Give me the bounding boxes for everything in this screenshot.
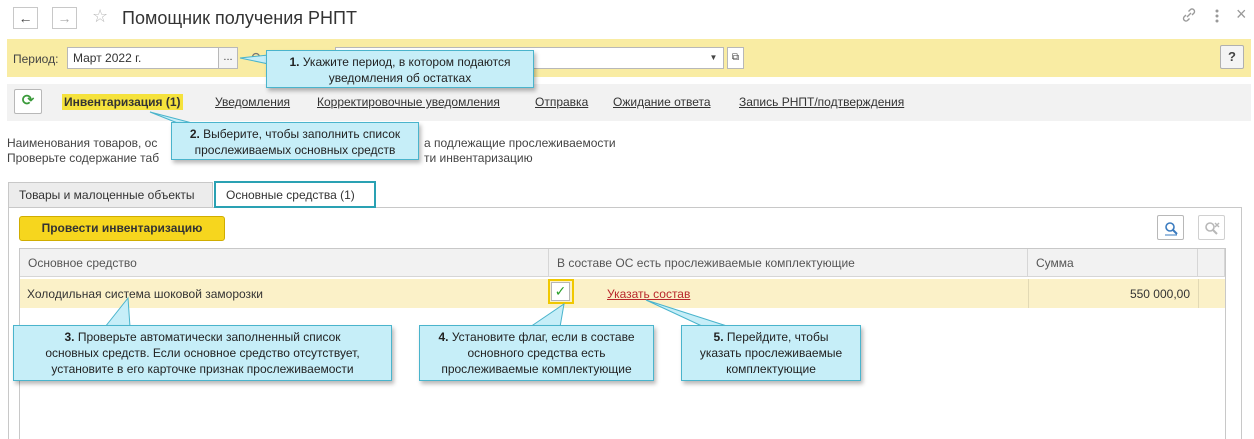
callout-4-line-1: Установите флаг, если в составе (448, 330, 635, 344)
callout-3-number: 3. (64, 330, 75, 344)
chevron-down-icon[interactable]: ▼ (704, 47, 724, 69)
callout-5-number: 5. (713, 330, 724, 344)
refresh-icon: ⟳ (21, 92, 35, 109)
callout-4-line-3: прослеживаемые комплектующие (441, 362, 632, 376)
callout-4: 4. Установите флаг, если в составе основ… (419, 325, 654, 381)
description-line-2-end: ти инвентаризацию (424, 151, 533, 165)
callout-2-line-2: прослеживаемых основных средств (194, 143, 396, 157)
traceable-components-checkbox[interactable]: ✓ (551, 282, 570, 301)
callout-3: 3. Проверьте автоматически заполненный с… (13, 325, 392, 381)
callout-2-number: 2. (189, 127, 200, 141)
callout-5-line-1: Перейдите, чтобы (723, 330, 829, 344)
back-button[interactable]: ← (13, 7, 38, 29)
nav-link-rnpt-record[interactable]: Запись РНПТ/подтверждения (739, 95, 904, 109)
column-divider (1198, 279, 1199, 308)
period-field[interactable]: Март 2022 г. (67, 47, 219, 69)
sum-cell: 550 000,00 (1129, 287, 1190, 301)
period-label: Период: (13, 52, 59, 66)
callout-1: 1. Укажите период, в котором подаются ув… (266, 50, 534, 88)
callout-2-line-1: Выберите, чтобы заполнить список (199, 127, 401, 141)
callout-1-line-1: Укажите период, в котором подаются (299, 55, 511, 69)
more-menu-icon[interactable] (1214, 8, 1220, 28)
refresh-button[interactable]: ⟳ (14, 89, 42, 114)
nav-link-sending[interactable]: Отправка (535, 95, 588, 109)
nav-link-corrective-notifications[interactable]: Корректировочные уведомления (317, 95, 500, 109)
favorite-star-icon[interactable]: ☆ (92, 6, 108, 27)
callout-3-line-3: установите в его карточке признак просле… (51, 362, 354, 376)
arrow-right-icon: → (57, 10, 72, 26)
find-button[interactable] (1157, 215, 1184, 240)
callout-4-number: 4. (438, 330, 449, 344)
column-header-traceable-components[interactable]: В составе ОС есть прослеживаемые комплек… (549, 249, 1028, 277)
description-line-2-start: Проверьте содержание таб (7, 151, 160, 165)
callout-5: 5. Перейдите, чтобы указать прослеживаем… (681, 325, 861, 381)
column-divider (1028, 279, 1029, 308)
search-icon (251, 52, 261, 67)
callout-4-line-2: основного средства есть (467, 346, 606, 360)
tab-goods[interactable]: Товары и малоценные объекты (8, 182, 213, 207)
open-form-icon[interactable]: ⧉ (727, 47, 744, 69)
column-header-filler (1198, 249, 1225, 277)
specify-composition-link[interactable]: Указать состав (607, 287, 690, 301)
description-line-1-end: а подлежащие прослеживаемости (424, 136, 616, 150)
link-icon[interactable] (1181, 7, 1197, 27)
conduct-inventory-button[interactable]: Провести инвентаризацию (19, 216, 225, 241)
close-icon[interactable]: × (1236, 4, 1247, 25)
description-line-1-start: Наименования товаров, ос (7, 136, 158, 150)
asset-name-cell: Холодильная система шоковой заморозки (27, 287, 263, 301)
nav-link-awaiting-response[interactable]: Ожидание ответа (613, 95, 711, 109)
callout-1-line-2: уведомления об остатках (328, 71, 472, 85)
callout-5-line-2: указать прослеживаемые (699, 346, 843, 360)
arrow-left-icon: ← (18, 10, 33, 26)
callout-3-line-2: основных средств. Если основное средство… (45, 346, 360, 360)
help-button[interactable]: ? (1220, 45, 1244, 69)
callout-1-number: 1. (289, 55, 300, 69)
tab-fixed-assets[interactable]: Основные средства (1) (214, 181, 376, 208)
forward-button[interactable]: → (52, 7, 77, 29)
window-title: Помощник получения РНПТ (122, 8, 357, 28)
period-select-button[interactable]: ... (218, 47, 238, 69)
column-header-asset[interactable]: Основное средство (20, 249, 549, 277)
callout-2: 2. Выберите, чтобы заполнить список прос… (171, 122, 419, 160)
cancel-search-button[interactable] (1198, 215, 1225, 240)
column-header-sum[interactable]: Сумма (1028, 249, 1198, 277)
nav-link-notifications[interactable]: Уведомления (215, 95, 290, 109)
nav-link-inventory[interactable]: Инвентаризация (1) (62, 94, 183, 110)
callout-3-line-1: Проверьте автоматически заполненный спис… (74, 330, 341, 344)
callout-5-line-3: комплектующие (726, 362, 816, 376)
